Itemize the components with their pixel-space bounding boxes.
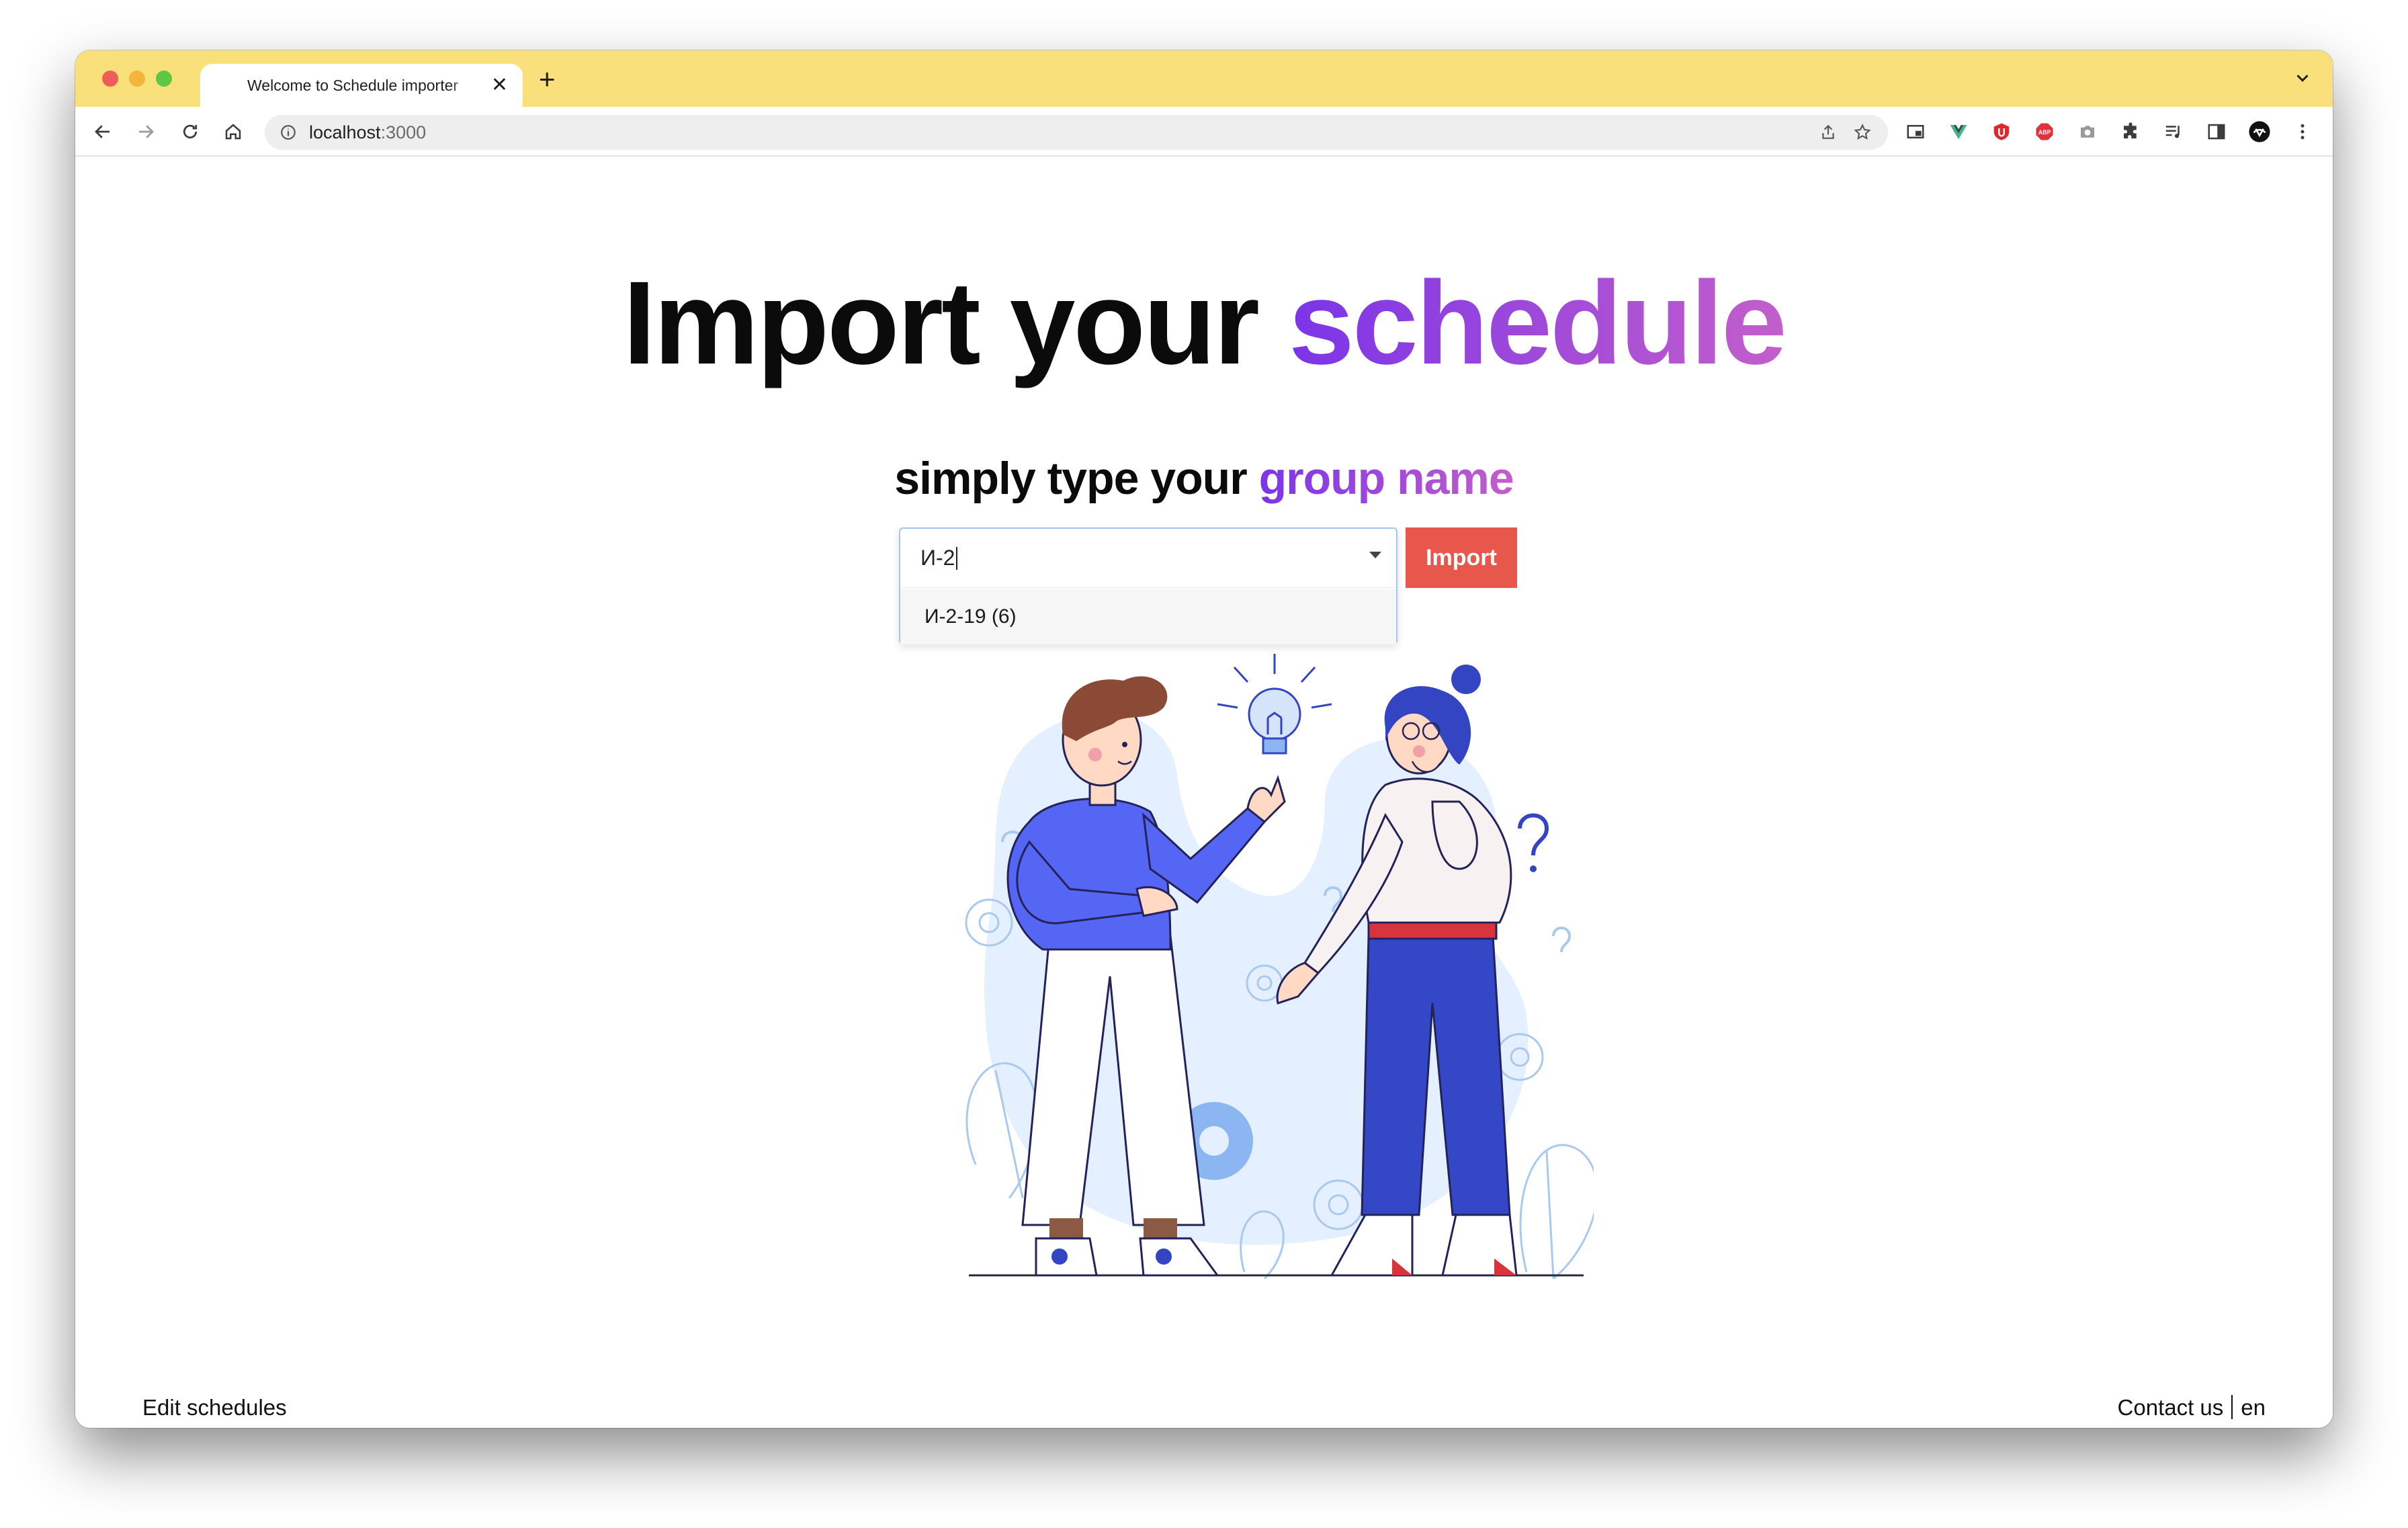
forward-arrow-icon[interactable] bbox=[133, 119, 159, 144]
adblock-plus-icon[interactable]: ABP bbox=[2032, 119, 2057, 144]
browser-tab[interactable]: Welcome to Schedule importer ✕ bbox=[200, 64, 523, 107]
dropdown-caret-icon[interactable] bbox=[1369, 552, 1381, 558]
page-subtitle: simply type your group name bbox=[894, 453, 1514, 504]
maximize-window-button[interactable] bbox=[156, 71, 172, 87]
picture-in-picture-icon[interactable] bbox=[1903, 119, 1928, 144]
contact-us-link[interactable]: Contact us bbox=[2118, 1395, 2224, 1420]
close-window-button[interactable] bbox=[102, 71, 118, 87]
browser-toolbar: localhost:3000 ABP bbox=[75, 107, 2333, 157]
bookmark-star-icon[interactable] bbox=[1853, 123, 1872, 142]
vue-devtools-icon[interactable] bbox=[1946, 119, 1971, 144]
browser-window: Welcome to Schedule importer ✕ + localho… bbox=[75, 50, 2333, 1428]
camera-icon[interactable] bbox=[2075, 119, 2100, 144]
more-menu-icon[interactable] bbox=[2290, 119, 2315, 144]
svg-text:ABP: ABP bbox=[2038, 129, 2051, 136]
tab-close-icon[interactable]: ✕ bbox=[491, 75, 508, 95]
profile-avatar-icon[interactable] bbox=[2247, 119, 2272, 144]
minimize-window-button[interactable] bbox=[129, 71, 145, 87]
group-search-value: И-2 bbox=[920, 546, 955, 570]
page-content: Import your schedule simply type your gr… bbox=[75, 157, 2333, 1428]
url-text: localhost:3000 bbox=[309, 122, 427, 142]
tab-strip: Welcome to Schedule importer ✕ + bbox=[75, 50, 2333, 107]
edit-schedules-link[interactable]: Edit schedules bbox=[142, 1395, 287, 1420]
dropdown-option[interactable]: И-2-19 (6) bbox=[900, 589, 1396, 644]
page-title: Import your schedule bbox=[623, 257, 1787, 389]
back-arrow-icon[interactable] bbox=[90, 119, 116, 144]
chevron-down-icon[interactable] bbox=[2292, 68, 2313, 88]
group-combobox[interactable]: И-2 И-2-19 (6) bbox=[899, 527, 1398, 644]
reload-icon[interactable] bbox=[177, 119, 203, 144]
ublock-icon[interactable] bbox=[1989, 119, 2014, 144]
tab-title: Welcome to Schedule importer bbox=[247, 76, 459, 94]
lightbulb-icon bbox=[1217, 654, 1332, 755]
home-icon[interactable] bbox=[220, 119, 246, 144]
people-idea-illustration bbox=[965, 654, 1594, 1280]
address-bar[interactable]: localhost:3000 bbox=[265, 115, 1888, 150]
import-button[interactable]: Import bbox=[1406, 527, 1517, 588]
footer-links: Contact us en bbox=[2118, 1395, 2266, 1420]
group-search: И-2 И-2-19 (6) bbox=[899, 527, 1400, 644]
group-search-input[interactable]: И-2 bbox=[900, 529, 1396, 588]
site-info-icon[interactable] bbox=[280, 124, 297, 141]
question-mark-icon bbox=[1518, 813, 1549, 856]
language-switch[interactable]: en bbox=[2241, 1395, 2266, 1420]
share-icon[interactable] bbox=[1819, 124, 1837, 141]
page-title-accent: schedule bbox=[1288, 257, 1787, 389]
media-queue-icon[interactable] bbox=[2161, 119, 2186, 144]
new-tab-icon[interactable]: + bbox=[539, 65, 556, 93]
text-cursor bbox=[956, 546, 958, 570]
footer-divider bbox=[2231, 1395, 2233, 1419]
page-subtitle-accent: group name bbox=[1258, 453, 1514, 504]
extensions-puzzle-icon[interactable] bbox=[2118, 119, 2143, 144]
side-panel-icon[interactable] bbox=[2204, 119, 2229, 144]
